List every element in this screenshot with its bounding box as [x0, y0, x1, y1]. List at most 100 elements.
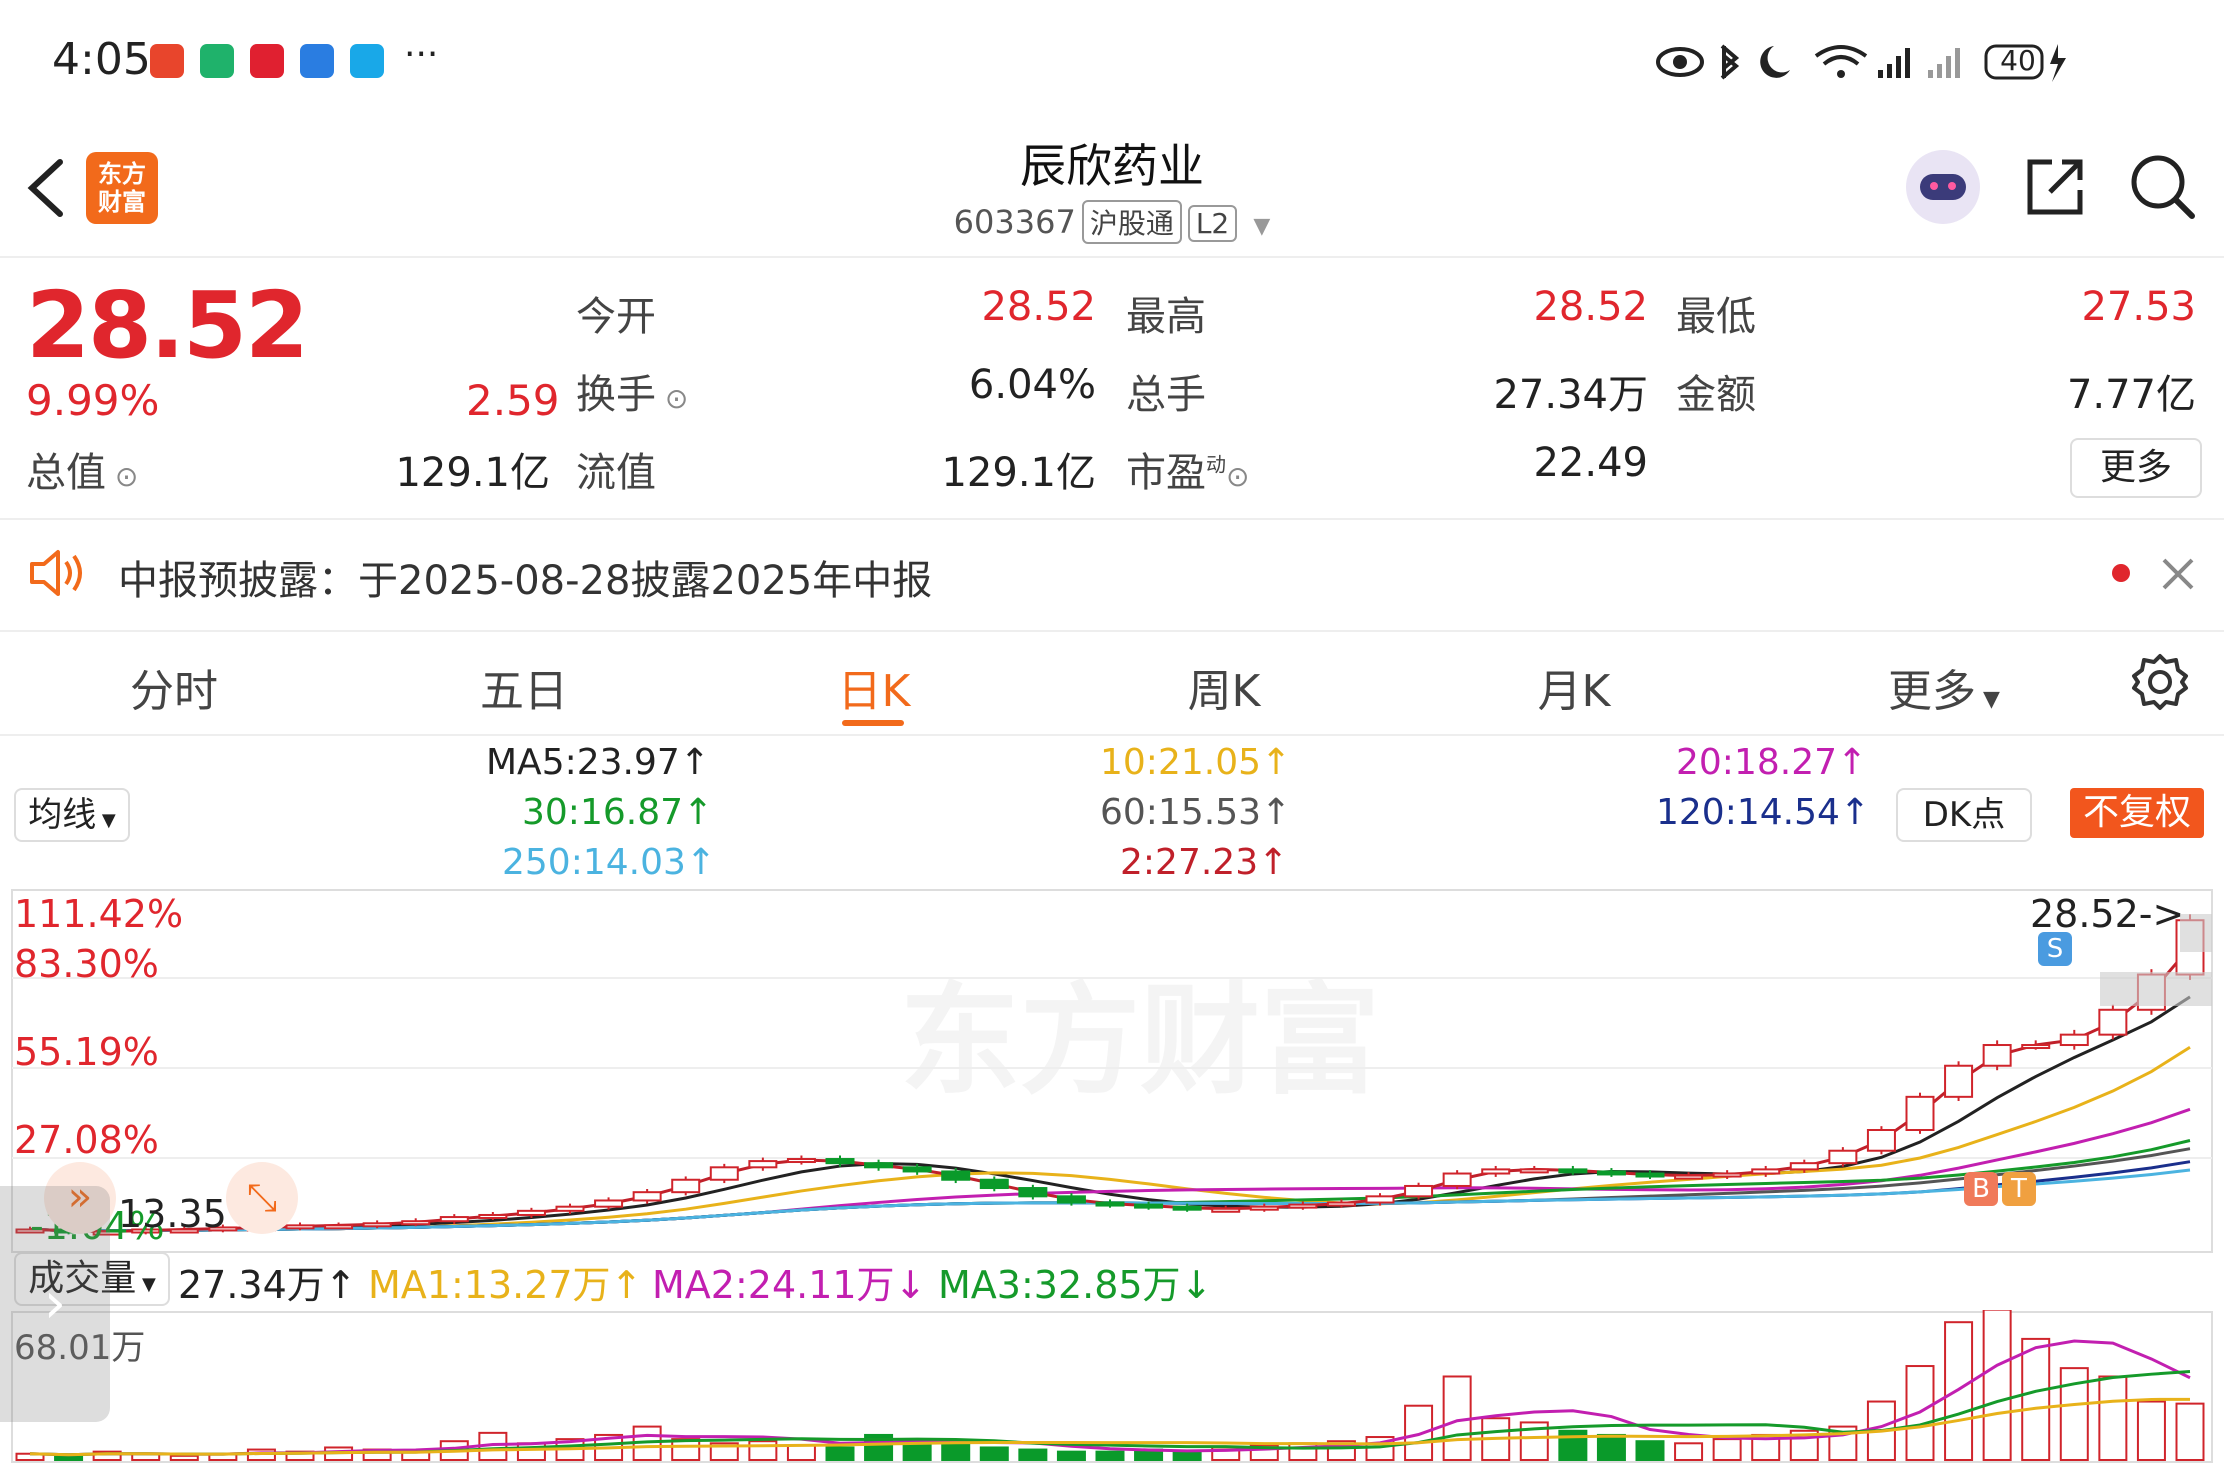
candle — [1326, 1201, 1356, 1207]
candle — [1288, 1203, 1318, 1209]
candle — [1596, 1170, 1626, 1176]
candle — [594, 1199, 624, 1208]
signal-s-mark[interactable]: S — [2038, 932, 2072, 966]
candle — [555, 1205, 585, 1212]
stock-name: 辰欣药业 — [1020, 139, 1204, 193]
volume-bar — [2175, 1402, 2205, 1461]
candle — [902, 1166, 932, 1173]
robot-assistant-icon[interactable] — [1906, 150, 1980, 224]
dk-point-button[interactable]: DK点 — [1896, 788, 2032, 842]
unread-dot — [2112, 564, 2130, 582]
price-band-marker — [2180, 914, 2212, 952]
tab-daily-k[interactable]: 日K — [794, 655, 954, 719]
candle — [1134, 1203, 1164, 1209]
candle — [941, 1170, 971, 1181]
candle — [1404, 1184, 1434, 1198]
candle — [709, 1166, 739, 1181]
stock-code: 603367 — [953, 203, 1076, 241]
turnover-label[interactable]: 换手 ⊙ — [576, 362, 688, 420]
candle — [1789, 1162, 1819, 1171]
volume-bar — [1712, 1438, 1742, 1461]
candle — [2098, 1008, 2128, 1036]
high-value: 28.52 — [1533, 284, 1648, 330]
status-icons — [1656, 44, 2066, 82]
open-label: 今开 — [576, 294, 656, 340]
volume-ma-line — [29, 1339, 2191, 1457]
notification-app-icon — [350, 44, 384, 78]
volume-bar — [1056, 1450, 1086, 1461]
more-quote-button[interactable]: 更多 — [2070, 438, 2202, 498]
axis-label: 55.19% — [14, 1030, 159, 1074]
stock-code-line[interactable]: 603367 沪股通 L2 ▼ — [0, 200, 2224, 244]
candle — [786, 1158, 816, 1164]
volume-bar — [1172, 1450, 1202, 1461]
candle — [1365, 1195, 1395, 1204]
speaker-icon — [30, 550, 82, 596]
close-icon[interactable] — [2160, 556, 2196, 592]
candle — [979, 1178, 1009, 1190]
candlestick-chart[interactable]: 东方财富 — [0, 884, 2224, 1258]
ma20-value: 20:18.27↑ — [1676, 742, 1868, 783]
tab-five-day[interactable]: 五日 — [444, 655, 604, 719]
float-value: 129.1亿 — [941, 450, 1096, 496]
ma-selector[interactable]: 均线 ▼ — [14, 788, 130, 842]
settings-gear-icon[interactable] — [2130, 652, 2190, 712]
candle — [1211, 1207, 1241, 1213]
signal-t-mark[interactable]: T — [2002, 1172, 2036, 1206]
turnover-value: 6.04% — [968, 362, 1096, 408]
candle — [1095, 1201, 1125, 1207]
ma120-value: 120:14.54↑ — [1656, 792, 1871, 833]
candle — [324, 1224, 354, 1230]
volume-bar — [786, 1444, 816, 1462]
volume-ma3: MA3:32.85万↓ — [938, 1263, 1213, 1307]
share-icon[interactable] — [2022, 154, 2086, 218]
candle — [1982, 1044, 2012, 1067]
candle — [1944, 1064, 1974, 1098]
volume-bar — [979, 1446, 1009, 1461]
signal-icon-2 — [1928, 48, 1960, 78]
volume-chart[interactable] — [0, 1310, 2224, 1464]
candle — [1056, 1195, 1086, 1204]
volume-bar — [1018, 1448, 1048, 1462]
ma250-value: 250:14.03↑ — [502, 842, 717, 883]
wifi-icon — [1814, 45, 1868, 78]
volume-bar — [2136, 1400, 2166, 1461]
last-price-marker: 28.52-> — [2030, 892, 2185, 936]
notification-app-icon — [200, 44, 234, 78]
tab-intraday[interactable]: 分时 — [94, 655, 254, 719]
total-value-label[interactable]: 总值 ⊙ — [26, 440, 138, 498]
ma10-value: 10:21.05↑ — [1100, 742, 1292, 783]
watermark: 东方财富 — [900, 972, 1380, 1111]
more-notifications-icon: ··· — [404, 34, 439, 75]
fullscreen-icon[interactable]: ⤡ — [226, 1162, 298, 1234]
signal-b-mark[interactable]: B — [1964, 1172, 1998, 1206]
candle — [516, 1209, 546, 1216]
volume-bar — [1404, 1404, 1434, 1461]
tab-more[interactable]: 更多 ▼ — [1864, 655, 2024, 719]
volume-bar — [169, 1454, 199, 1461]
notice-text: 中报预披露：于2025-08-28披露2025年中报 — [118, 558, 933, 604]
adjust-mode-button[interactable]: 不复权 — [2070, 788, 2204, 838]
side-drawer-handle[interactable]: › — [0, 1186, 110, 1422]
candle — [1828, 1149, 1858, 1165]
volume-bar — [748, 1440, 778, 1462]
open-value: 28.52 — [981, 284, 1096, 330]
candle — [632, 1191, 662, 1202]
min-price-label: 13.35 — [118, 1192, 227, 1236]
tab-weekly-k[interactable]: 周K — [1144, 655, 1304, 719]
low-label: 最低 — [1676, 294, 1756, 340]
axis-label: 83.30% — [14, 942, 159, 986]
candle — [2021, 1044, 2051, 1050]
notification-app-icon — [250, 44, 284, 78]
candle — [1249, 1205, 1279, 1211]
float-value-label: 流值 — [576, 450, 656, 496]
search-icon[interactable] — [2128, 152, 2198, 222]
candle — [1481, 1168, 1511, 1175]
pe-label[interactable]: 市盈动⊙ — [1126, 440, 1249, 498]
low-value: 27.53 — [2081, 284, 2196, 330]
candle — [748, 1160, 778, 1169]
volume-ma1: MA1:13.27万↑ — [368, 1263, 643, 1307]
volume-value: 27.34万↑ — [178, 1263, 357, 1307]
tab-monthly-k[interactable]: 月K — [1494, 655, 1654, 719]
total-hands-label: 总手 — [1126, 372, 1206, 418]
